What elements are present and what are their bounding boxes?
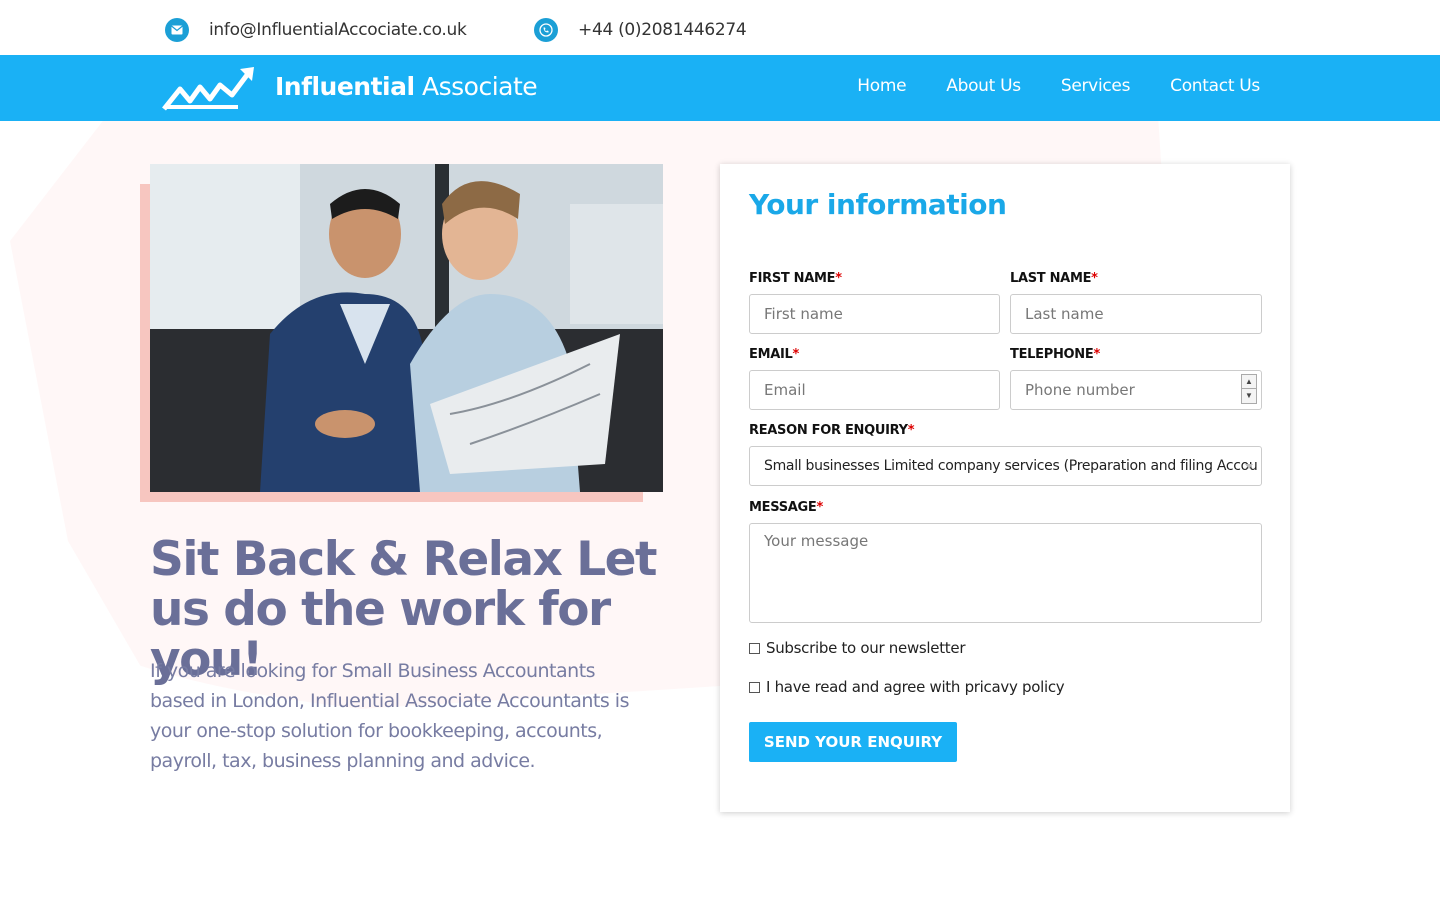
telephone-input[interactable] bbox=[1010, 370, 1262, 410]
logo-icon[interactable] bbox=[162, 65, 257, 111]
required-mark: * bbox=[816, 500, 823, 515]
spin-up-icon[interactable]: ▲ bbox=[1242, 375, 1256, 389]
nav-about-us[interactable]: About Us bbox=[946, 76, 1021, 96]
nav-menu: Home About Us Services Contact Us bbox=[857, 76, 1260, 96]
brand-name-rest: Associate bbox=[414, 72, 538, 101]
first-name-label-text: FIRST NAME bbox=[749, 271, 836, 286]
contact-email-text[interactable]: info@InfluentialAccociate.co.uk bbox=[209, 20, 467, 40]
hero-photo bbox=[150, 164, 663, 492]
privacy-checkbox[interactable]: I have read and agree with pricavy polic… bbox=[749, 678, 1065, 696]
brand-name-bold: Influential bbox=[275, 72, 415, 101]
privacy-checkbox-box[interactable] bbox=[749, 681, 760, 693]
first-name-input[interactable] bbox=[749, 294, 1000, 334]
enquiry-form-card: Your information FIRST NAME* LAST NAME* … bbox=[720, 164, 1290, 812]
required-mark: * bbox=[835, 271, 842, 286]
message-label: MESSAGE* bbox=[749, 500, 823, 515]
hero-paragraph: If you are looking for Small Business Ac… bbox=[150, 660, 630, 772]
spin-down-icon[interactable]: ▼ bbox=[1242, 389, 1256, 403]
telephone-field-wrap: ▲ ▼ bbox=[1010, 370, 1262, 410]
contact-phone-text[interactable]: +44 (0)2081446274 bbox=[578, 20, 747, 40]
message-label-text: MESSAGE bbox=[749, 500, 817, 515]
message-textarea[interactable] bbox=[749, 523, 1262, 623]
nav-home[interactable]: Home bbox=[857, 76, 906, 96]
contact-bar: info@InfluentialAccociate.co.uk +44 (0)2… bbox=[0, 0, 1440, 55]
envelope-icon bbox=[165, 18, 189, 42]
email-input[interactable] bbox=[749, 370, 1000, 410]
newsletter-checkbox-box[interactable] bbox=[749, 642, 760, 654]
form-title: Your information bbox=[749, 188, 1007, 221]
required-mark: * bbox=[907, 423, 915, 438]
last-name-input[interactable] bbox=[1010, 294, 1262, 334]
newsletter-label: Subscribe to our newsletter bbox=[766, 639, 966, 657]
required-mark: * bbox=[792, 347, 800, 362]
nav-services[interactable]: Services bbox=[1061, 76, 1131, 96]
last-name-label-text: LAST NAME bbox=[1010, 271, 1092, 286]
telephone-label: TELEPHONE* bbox=[1010, 347, 1100, 362]
email-label-text: EMAIL bbox=[749, 347, 793, 362]
contact-email[interactable]: info@InfluentialAccociate.co.uk bbox=[165, 18, 467, 42]
newsletter-checkbox[interactable]: Subscribe to our newsletter bbox=[749, 639, 965, 657]
brand-name[interactable]: Influential Associate bbox=[275, 72, 538, 101]
reason-label: REASON FOR ENQUIRY* bbox=[749, 423, 915, 438]
privacy-label: I have read and agree with pricavy polic… bbox=[766, 678, 1065, 696]
number-spinner[interactable]: ▲ ▼ bbox=[1241, 374, 1257, 404]
main-navbar: Influential Associate Home About Us Serv… bbox=[0, 55, 1440, 121]
required-mark: * bbox=[1093, 347, 1100, 362]
reason-selected-value: Small businesses Limited company service… bbox=[764, 458, 1258, 474]
telephone-label-text: TELEPHONE bbox=[1010, 347, 1094, 362]
send-enquiry-button[interactable]: Send your enquiry bbox=[749, 722, 957, 762]
required-mark: * bbox=[1091, 271, 1098, 286]
chevron-down-icon bbox=[1245, 464, 1253, 469]
email-label: EMAIL* bbox=[749, 347, 799, 362]
last-name-label: LAST NAME* bbox=[1010, 271, 1098, 286]
reason-label-text: REASON FOR ENQUIRY bbox=[749, 423, 908, 438]
first-name-label: FIRST NAME* bbox=[749, 271, 842, 286]
contact-phone[interactable]: +44 (0)2081446274 bbox=[534, 18, 747, 42]
phone-icon bbox=[534, 18, 558, 42]
reason-select[interactable]: Small businesses Limited company service… bbox=[749, 446, 1262, 486]
nav-contact-us[interactable]: Contact Us bbox=[1170, 76, 1260, 96]
